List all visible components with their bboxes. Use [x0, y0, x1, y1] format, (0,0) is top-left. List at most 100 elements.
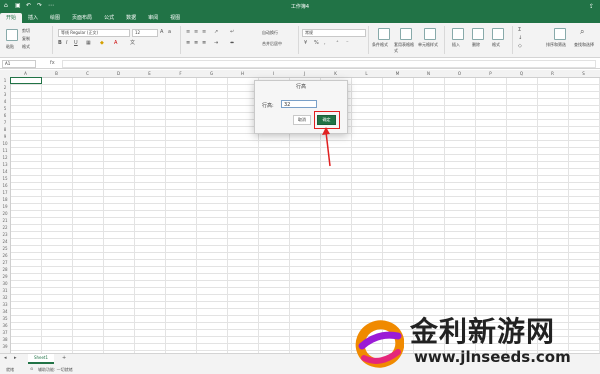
- orientation-icon[interactable]: ↗: [214, 30, 219, 35]
- column-header[interactable]: K: [320, 71, 351, 76]
- row-header[interactable]: 2: [0, 85, 10, 90]
- column-header[interactable]: S: [568, 71, 599, 76]
- row-header[interactable]: 16: [0, 183, 10, 188]
- row-header[interactable]: 22: [0, 225, 10, 230]
- merge-icon[interactable]: ⬌: [230, 41, 235, 46]
- row-header[interactable]: 29: [0, 274, 10, 279]
- conditional-format-icon[interactable]: [378, 28, 390, 40]
- phonetic-icon[interactable]: 文: [130, 41, 135, 46]
- sort-filter-icon[interactable]: [554, 28, 566, 40]
- row-header[interactable]: 4: [0, 99, 10, 104]
- tab-review[interactable]: 审阅: [142, 13, 164, 23]
- column-header[interactable]: E: [134, 71, 165, 76]
- status-accessibility[interactable]: 辅助功能: 一切就绪: [38, 367, 73, 373]
- currency-icon[interactable]: ¥: [304, 41, 309, 46]
- column-header[interactable]: I: [258, 71, 289, 76]
- column-header[interactable]: H: [227, 71, 258, 76]
- row-header[interactable]: 27: [0, 260, 10, 265]
- row-header[interactable]: 5: [0, 106, 10, 111]
- find-select-button[interactable]: 查找和选择: [574, 42, 598, 48]
- cell-styles-button[interactable]: 单元格样式: [418, 42, 440, 48]
- align-right-icon[interactable]: ≣: [202, 41, 207, 46]
- row-header[interactable]: 20: [0, 211, 10, 216]
- find-icon[interactable]: ⌕: [580, 28, 585, 36]
- row-header[interactable]: 14: [0, 169, 10, 174]
- column-header[interactable]: O: [444, 71, 475, 76]
- row-header[interactable]: 33: [0, 302, 10, 307]
- row-header[interactable]: 10: [0, 141, 10, 146]
- italic-icon[interactable]: I: [66, 41, 71, 46]
- row-header[interactable]: 1: [0, 78, 10, 83]
- row-header[interactable]: 24: [0, 239, 10, 244]
- column-header[interactable]: L: [351, 71, 382, 76]
- column-header[interactable]: B: [41, 71, 72, 76]
- column-header[interactable]: A: [10, 71, 41, 76]
- fill-icon[interactable]: ↓: [518, 36, 523, 41]
- row-header[interactable]: 9: [0, 134, 10, 139]
- row-header[interactable]: 12: [0, 155, 10, 160]
- font-size-select[interactable]: 12: [132, 29, 158, 37]
- cell-styles-icon[interactable]: [424, 28, 436, 40]
- next-sheet-icon[interactable]: ▸: [14, 356, 19, 361]
- decrease-decimal-icon[interactable]: ⁻: [346, 41, 351, 46]
- bold-icon[interactable]: B: [58, 41, 63, 46]
- comma-icon[interactable]: ,: [324, 41, 329, 46]
- row-header[interactable]: 26: [0, 253, 10, 258]
- tab-home[interactable]: 开始: [0, 13, 23, 23]
- row-header[interactable]: 35: [0, 316, 10, 321]
- row-header[interactable]: 36: [0, 323, 10, 328]
- row-header[interactable]: 8: [0, 127, 10, 132]
- cut-button[interactable]: 剪切: [22, 28, 30, 34]
- column-header[interactable]: D: [103, 71, 134, 76]
- row-header[interactable]: 21: [0, 218, 10, 223]
- row-header[interactable]: 34: [0, 309, 10, 314]
- delete-cells-button[interactable]: 删除: [472, 42, 480, 48]
- font-color-icon[interactable]: A: [114, 41, 119, 46]
- tab-insert[interactable]: 插入: [22, 13, 44, 23]
- row-header[interactable]: 23: [0, 232, 10, 237]
- align-top-icon[interactable]: ≡: [186, 30, 191, 35]
- row-header[interactable]: 19: [0, 204, 10, 209]
- insert-cells-button[interactable]: 插入: [452, 42, 460, 48]
- cancel-button[interactable]: 取消: [293, 115, 311, 125]
- underline-icon[interactable]: U: [74, 41, 79, 46]
- paste-button[interactable]: 粘贴: [6, 44, 14, 50]
- add-sheet-icon[interactable]: +: [62, 356, 67, 361]
- increase-font-icon[interactable]: A: [160, 30, 165, 35]
- decrease-font-icon[interactable]: a: [168, 30, 173, 35]
- align-center-icon[interactable]: ≣: [194, 41, 199, 46]
- fill-color-icon[interactable]: ◆: [100, 41, 105, 46]
- column-header[interactable]: M: [382, 71, 413, 76]
- clear-icon[interactable]: ◇: [518, 44, 523, 49]
- wrap-text-icon[interactable]: ↵: [230, 30, 235, 35]
- border-icon[interactable]: ▦: [86, 41, 91, 46]
- autosum-icon[interactable]: Σ: [518, 28, 523, 33]
- row-header[interactable]: 15: [0, 176, 10, 181]
- tab-page-layout[interactable]: 页面布局: [66, 13, 98, 23]
- row-header[interactable]: 3: [0, 92, 10, 97]
- row-header[interactable]: 28: [0, 267, 10, 272]
- accessibility-icon[interactable]: ⊙: [30, 366, 33, 371]
- row-header[interactable]: 7: [0, 120, 10, 125]
- insert-cells-icon[interactable]: [452, 28, 464, 40]
- format-table-button[interactable]: 套用表格格式: [394, 42, 416, 54]
- conditional-format-button[interactable]: 条件格式: [372, 42, 388, 48]
- column-header[interactable]: Q: [506, 71, 537, 76]
- merge-center-button[interactable]: 合并后居中: [262, 41, 282, 47]
- name-box[interactable]: A1: [2, 60, 36, 68]
- font-name-select[interactable]: 等线 Regular (正文): [58, 29, 130, 37]
- row-header[interactable]: 18: [0, 197, 10, 202]
- increase-decimal-icon[interactable]: ⁺: [336, 41, 341, 46]
- column-header[interactable]: G: [196, 71, 227, 76]
- column-header[interactable]: F: [165, 71, 196, 76]
- align-bottom-icon[interactable]: ≡: [202, 30, 207, 35]
- fx-icon[interactable]: fx: [50, 60, 55, 66]
- row-height-input[interactable]: 32: [281, 100, 317, 108]
- column-header[interactable]: N: [413, 71, 444, 76]
- row-header[interactable]: 37: [0, 330, 10, 335]
- formula-input[interactable]: [62, 60, 596, 68]
- tab-view[interactable]: 视图: [164, 13, 186, 23]
- tab-formulas[interactable]: 公式: [98, 13, 120, 23]
- align-middle-icon[interactable]: ≡: [194, 30, 199, 35]
- row-header[interactable]: 6: [0, 113, 10, 118]
